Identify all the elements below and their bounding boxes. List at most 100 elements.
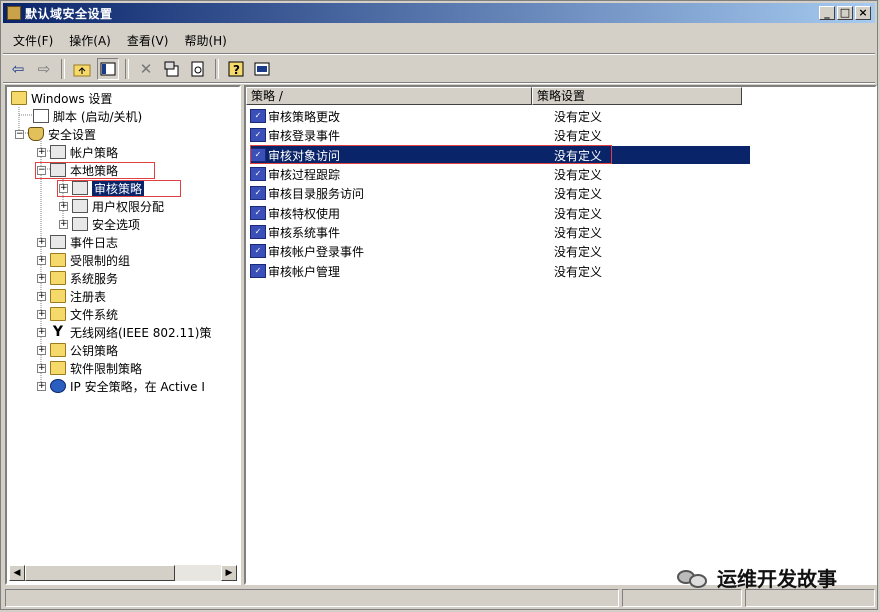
audit-policy-icon: ✓ bbox=[250, 109, 266, 123]
wechat-icon bbox=[677, 566, 711, 590]
toolbar-separator bbox=[61, 59, 65, 79]
window: 默认域安全设置 _ □ × 文件(F) 操作(A) 查看(V) 帮助(H) ⇦ … bbox=[0, 0, 878, 610]
tree-node-wireless-network[interactable]: + Y 无线网络(IEEE 802.11)策 bbox=[37, 323, 211, 341]
highlight-box bbox=[57, 180, 181, 197]
up-folder-icon[interactable] bbox=[71, 58, 93, 80]
menu-action[interactable]: 操作(A) bbox=[63, 29, 117, 51]
policy-icon bbox=[50, 235, 66, 249]
console-icon[interactable] bbox=[251, 58, 273, 80]
tree-node-scripts[interactable]: 脚本 (启动/关机) bbox=[33, 107, 142, 125]
highlight-box bbox=[35, 162, 155, 179]
tree-node-account-policies[interactable]: + 帐户策略 bbox=[37, 143, 118, 161]
tree-node-security-settings[interactable]: − 安全设置 bbox=[15, 125, 96, 143]
toolbar: ⇦ ⇨ ✕ ? bbox=[7, 57, 273, 81]
tree-node-restricted-groups[interactable]: + 受限制的组 bbox=[37, 251, 130, 269]
folder-icon bbox=[50, 361, 66, 375]
tree-node-user-rights[interactable]: + 用户权限分配 bbox=[59, 197, 164, 215]
menu-file[interactable]: 文件(F) bbox=[7, 29, 59, 51]
minimize-button[interactable]: _ bbox=[819, 6, 835, 20]
list-header: 策略 / 策略设置 bbox=[246, 87, 742, 105]
audit-policy-icon: ✓ bbox=[250, 244, 266, 258]
folder-icon bbox=[50, 271, 66, 285]
list-item[interactable]: ✓ 审核特权使用 没有定义 bbox=[250, 204, 750, 222]
list-item[interactable]: ✓ 审核帐户管理 没有定义 bbox=[250, 262, 750, 280]
expand-icon[interactable]: + bbox=[37, 327, 46, 337]
tree-node-registry[interactable]: + 注册表 bbox=[37, 287, 106, 305]
list-item[interactable]: ✓ 审核过程跟踪 没有定义 bbox=[250, 165, 750, 183]
expand-icon[interactable]: + bbox=[37, 273, 46, 283]
expand-icon[interactable]: + bbox=[37, 309, 46, 319]
menu-help[interactable]: 帮助(H) bbox=[178, 29, 232, 51]
result-list[interactable]: 策略 / 策略设置 ✓ 审核策略更改 没有定义 ✓ 审核登录事件 没有定义 ✓ … bbox=[244, 85, 877, 585]
audit-policy-icon: ✓ bbox=[250, 186, 266, 200]
scroll-left-icon[interactable]: ◀ bbox=[9, 565, 25, 581]
tree-node-file-system[interactable]: + 文件系统 bbox=[37, 305, 118, 323]
list-item[interactable]: ✓ 审核登录事件 没有定义 bbox=[250, 126, 750, 144]
menu-view[interactable]: 查看(V) bbox=[121, 29, 175, 51]
expand-icon[interactable]: + bbox=[37, 381, 46, 391]
window-title: 默认域安全设置 bbox=[25, 6, 113, 21]
toolbar-separator bbox=[215, 59, 219, 79]
list-item[interactable]: ✓ 审核策略更改 没有定义 bbox=[250, 107, 750, 125]
toolbar-bottom-separator bbox=[3, 82, 875, 84]
list-item[interactable]: ✓ 审核目录服务访问 没有定义 bbox=[250, 184, 750, 202]
app-icon bbox=[7, 6, 21, 20]
properties-icon[interactable] bbox=[161, 58, 183, 80]
expand-icon[interactable]: + bbox=[37, 363, 46, 373]
scroll-thumb[interactable] bbox=[25, 565, 175, 581]
tree-horizontal-scrollbar[interactable]: ◀ ▶ bbox=[9, 565, 237, 581]
folder-icon bbox=[50, 253, 66, 267]
console-tree[interactable]: Windows 设置 脚本 (启动/关机) − 安全设置 + 帐户策略 − 本地… bbox=[5, 85, 241, 585]
status-panel bbox=[622, 589, 742, 607]
policy-icon bbox=[72, 199, 88, 213]
tree-node-windows-settings[interactable]: Windows 设置 bbox=[11, 89, 112, 107]
tree-node-public-key[interactable]: + 公钥策略 bbox=[37, 341, 118, 359]
antenna-icon: Y bbox=[52, 324, 64, 340]
column-header-policy[interactable]: 策略 / bbox=[246, 87, 532, 105]
watermark-text: 运维开发故事 bbox=[717, 567, 837, 591]
shield-icon bbox=[28, 127, 44, 141]
audit-policy-icon: ✓ bbox=[250, 225, 266, 239]
policy-icon bbox=[50, 145, 66, 159]
expand-icon[interactable]: + bbox=[37, 237, 46, 247]
status-panel bbox=[5, 589, 619, 607]
tree-node-security-options[interactable]: + 安全选项 bbox=[59, 215, 140, 233]
expand-icon[interactable]: + bbox=[37, 345, 46, 355]
svg-text:?: ? bbox=[233, 63, 240, 77]
status-panel bbox=[745, 589, 875, 607]
list-item[interactable]: ✓ 审核帐户登录事件 没有定义 bbox=[250, 242, 750, 260]
help-icon[interactable]: ? bbox=[225, 58, 247, 80]
refresh-icon[interactable] bbox=[187, 58, 209, 80]
expand-icon[interactable]: + bbox=[37, 255, 46, 265]
audit-policy-icon: ✓ bbox=[250, 206, 266, 220]
tree-node-ip-security[interactable]: + IP 安全策略，在 Active I bbox=[37, 377, 205, 395]
expand-icon[interactable]: + bbox=[37, 291, 46, 301]
expand-icon[interactable]: + bbox=[59, 201, 68, 211]
highlight-box bbox=[250, 145, 612, 164]
scroll-right-icon[interactable]: ▶ bbox=[221, 565, 237, 581]
delete-icon[interactable]: ✕ bbox=[135, 58, 157, 80]
status-bar bbox=[5, 589, 877, 609]
column-header-setting[interactable]: 策略设置 bbox=[532, 87, 742, 105]
tree-node-system-services[interactable]: + 系统服务 bbox=[37, 269, 118, 287]
policy-icon bbox=[72, 217, 88, 231]
maximize-button[interactable]: □ bbox=[837, 6, 853, 20]
ipsec-icon bbox=[50, 379, 66, 393]
tree-node-event-log[interactable]: + 事件日志 bbox=[37, 233, 118, 251]
close-button[interactable]: × bbox=[855, 6, 871, 20]
audit-policy-icon: ✓ bbox=[250, 128, 266, 142]
back-icon[interactable]: ⇦ bbox=[7, 58, 29, 80]
menu-bar: 文件(F) 操作(A) 查看(V) 帮助(H) bbox=[7, 29, 233, 51]
expand-icon[interactable]: + bbox=[37, 147, 46, 157]
toolbar-separator bbox=[125, 59, 129, 79]
title-bar[interactable]: 默认域安全设置 _ □ × bbox=[3, 3, 875, 23]
watermark: 运维开发故事 bbox=[677, 563, 837, 592]
list-item[interactable]: ✓ 审核系统事件 没有定义 bbox=[250, 223, 750, 241]
collapse-icon[interactable]: − bbox=[15, 129, 24, 139]
tree-node-software-restriction[interactable]: + 软件限制策略 bbox=[37, 359, 142, 377]
forward-icon[interactable]: ⇨ bbox=[33, 58, 55, 80]
show-hide-tree-icon[interactable] bbox=[97, 58, 119, 80]
expand-icon[interactable]: + bbox=[59, 219, 68, 229]
folder-icon bbox=[50, 289, 66, 303]
script-icon bbox=[33, 109, 49, 123]
